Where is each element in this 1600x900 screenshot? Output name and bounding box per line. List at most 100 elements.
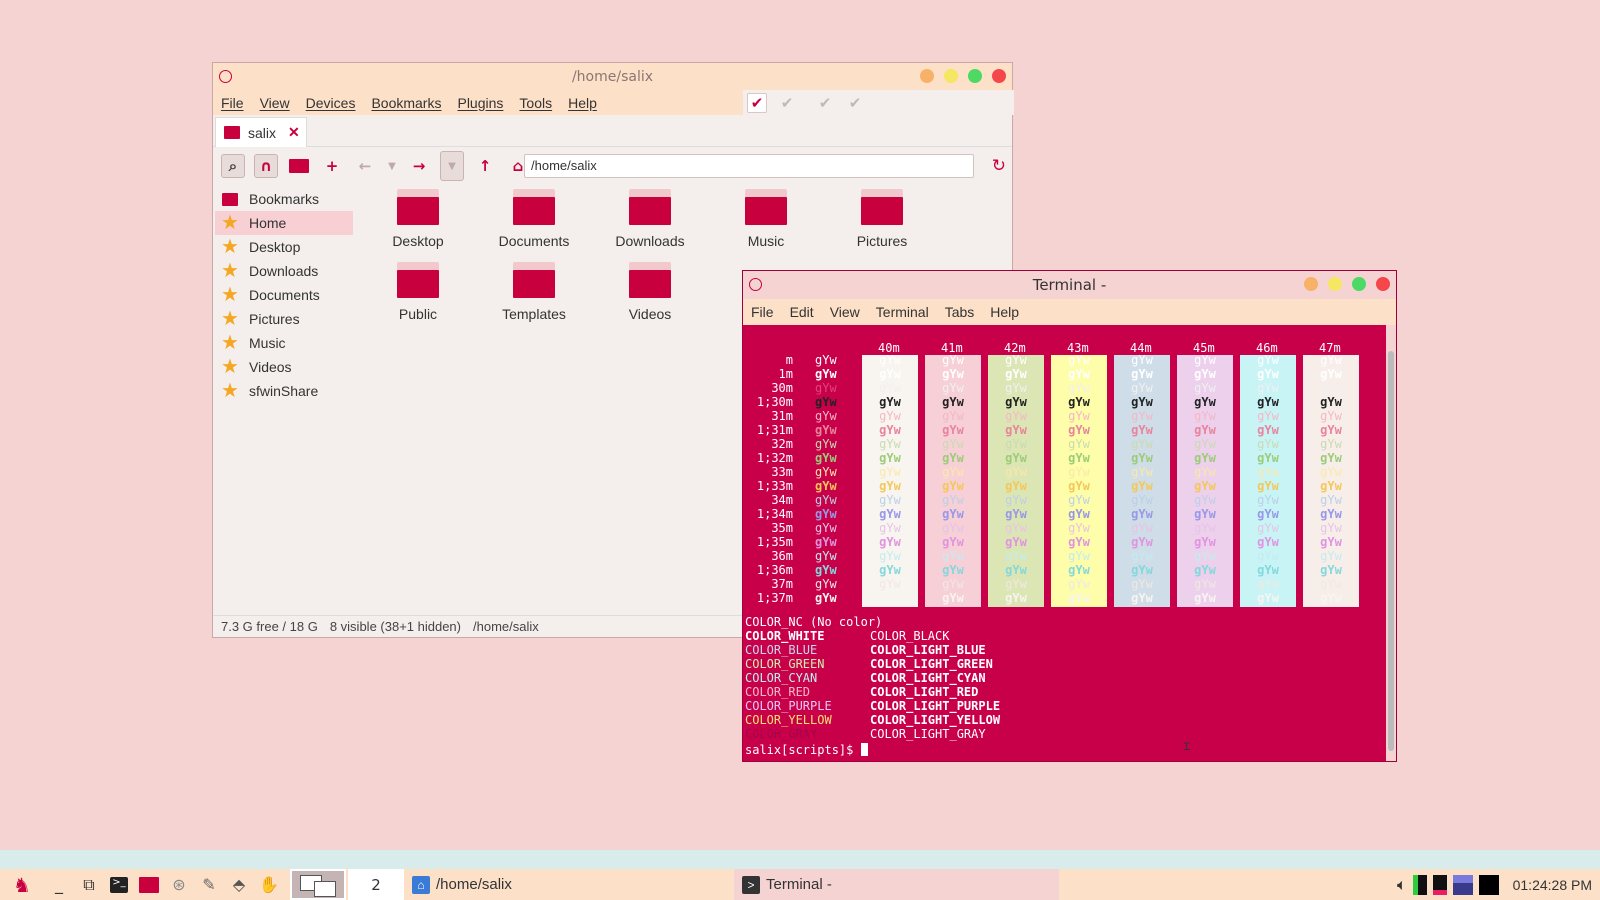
close-button[interactable] [1376, 277, 1390, 291]
maximize-button[interactable] [968, 69, 982, 83]
folder-item[interactable]: Videos [600, 260, 700, 322]
close-tab-icon[interactable]: ✕ [288, 124, 300, 141]
menu-devices[interactable]: Devices [306, 95, 356, 111]
check-icon[interactable]: ✔ [777, 93, 797, 113]
path-input[interactable]: /home/salix [524, 154, 974, 178]
menu-tools[interactable]: Tools [519, 95, 552, 111]
scrollbar-thumb[interactable] [1388, 351, 1394, 751]
new-folder-icon[interactable]: + [320, 154, 344, 178]
sidebar-item-desktop[interactable]: ★ Desktop [215, 235, 353, 259]
salix-menu-icon[interactable]: ♞ [0, 871, 44, 899]
shade-button[interactable] [944, 69, 958, 83]
browser-launcher-icon[interactable]: ⊛ [164, 871, 194, 899]
folder-item[interactable]: Music [716, 187, 816, 249]
scrollbar[interactable] [1386, 325, 1396, 761]
window-menu-icon[interactable] [749, 278, 762, 291]
desktop-pager[interactable] [290, 869, 346, 900]
task-home-salix[interactable]: ⌂ /home/salix [404, 869, 734, 900]
refresh-icon[interactable]: ↻ [992, 156, 1006, 176]
minimize-button[interactable] [1304, 277, 1318, 291]
maximize-button[interactable] [1352, 277, 1366, 291]
row-label: 1;37m [756, 591, 793, 605]
check-icon[interactable]: ✔ [815, 93, 835, 113]
sidebar-item-label: Desktop [249, 239, 301, 255]
menu-help[interactable]: Help [990, 304, 1019, 320]
clock[interactable]: 01:24:28 PM [1513, 877, 1592, 893]
menu-bookmarks[interactable]: Bookmarks [371, 95, 441, 111]
forward-icon[interactable]: → [407, 154, 431, 178]
tab-salix[interactable]: salix ✕ [215, 117, 307, 147]
color-cell: gYw [1131, 549, 1153, 563]
compact-view-icon[interactable]: ∩ [254, 154, 278, 178]
color-cell: gYw [1068, 353, 1090, 367]
back-icon[interactable]: ← [353, 154, 377, 178]
close-button[interactable] [992, 69, 1006, 83]
minimize-all-icon[interactable]: _ [44, 871, 74, 899]
sidebar-item-videos[interactable]: ★ Videos [215, 355, 353, 379]
search-icon[interactable]: ⌕ [221, 154, 245, 178]
menu-file[interactable]: File [221, 95, 244, 111]
color-cell: gYw [1320, 479, 1342, 493]
free-space: 7.3 G free / 18 G [221, 619, 318, 634]
prompt-line[interactable]: salix[scripts]$ [745, 743, 868, 757]
battery-monitor-icon[interactable] [1478, 874, 1499, 895]
sidebar-item-bookmarks[interactable]: Bookmarks [215, 187, 353, 211]
folder-item[interactable]: Templates [484, 260, 584, 322]
memory-monitor-icon[interactable] [1432, 874, 1447, 895]
color-cell: gYw [1194, 395, 1216, 409]
menu-view[interactable]: View [260, 95, 290, 111]
settings-launcher-icon[interactable]: ✋ [254, 871, 284, 899]
light-color-name: COLOR_LIGHT_CYAN [870, 671, 986, 685]
sidebar-item-pictures[interactable]: ★ Pictures [215, 307, 353, 331]
folder-item[interactable]: Public [368, 260, 468, 322]
color-cell: gYw [1068, 437, 1090, 451]
color-cell: gYw [1131, 367, 1153, 381]
color-cell: gYw [1257, 507, 1279, 521]
desktop-number[interactable]: 2 [348, 869, 404, 900]
sidebar-item-home[interactable]: ★ Home [215, 211, 353, 235]
folder-item[interactable]: Documents [484, 187, 584, 249]
color-cell: gYw [1320, 591, 1342, 605]
minimize-button[interactable] [920, 69, 934, 83]
task-terminal[interactable]: > Terminal - [734, 869, 1059, 900]
package-manager-icon[interactable]: ⬘ [224, 871, 254, 899]
sidebar-item-downloads[interactable]: ★ Downloads [215, 259, 353, 283]
check-icon[interactable]: ✔ [845, 93, 865, 113]
terminal-titlebar[interactable]: Terminal - [743, 271, 1396, 299]
sidebar-item-sfwinshare[interactable]: ★ sfwinShare [215, 379, 353, 403]
cpu-monitor-icon[interactable] [1412, 874, 1427, 895]
menu-plugins[interactable]: Plugins [457, 95, 503, 111]
prompt-text: salix[scripts]$ [745, 743, 861, 757]
fm-titlebar[interactable]: /home/salix [213, 63, 1012, 90]
fm-title: /home/salix [571, 68, 654, 85]
shade-button[interactable] [1328, 277, 1342, 291]
check-icon[interactable]: ✔ [747, 92, 767, 113]
up-icon[interactable]: ↑ [473, 154, 497, 178]
menu-view[interactable]: View [830, 304, 860, 320]
terminal-output[interactable]: COLOR_NC (No color) COLOR_WHITE COLOR_BLAC… [743, 325, 1396, 761]
gimp-launcher-icon[interactable]: ✎ [194, 871, 224, 899]
terminal-launcher-icon[interactable]: >_ [104, 871, 134, 899]
row-sample: gYw [815, 423, 837, 437]
color-cell: gYw [942, 367, 964, 381]
light-color-name: COLOR_LIGHT_YELLOW [870, 713, 1001, 727]
file-manager-launcher-icon[interactable] [134, 871, 164, 899]
menu-tabs[interactable]: Tabs [945, 304, 975, 320]
folder-item[interactable]: Downloads [600, 187, 700, 249]
menu-terminal[interactable]: Terminal [876, 304, 929, 320]
sidebar-item-music[interactable]: ★ Music [215, 331, 353, 355]
folder-item[interactable]: Desktop [368, 187, 468, 249]
window-list-icon[interactable]: ⧉ [74, 871, 104, 899]
new-tab-icon[interactable] [287, 154, 311, 178]
volume-icon[interactable]: 🔈︎ [1397, 875, 1407, 895]
network-monitor-icon[interactable] [1452, 874, 1473, 895]
menu-help[interactable]: Help [568, 95, 597, 111]
folder-item[interactable]: Pictures [832, 187, 932, 249]
back-history-icon[interactable]: ▼ [386, 154, 398, 178]
forward-history-icon[interactable]: ▼ [440, 151, 464, 181]
menu-edit[interactable]: Edit [790, 304, 814, 320]
menu-file[interactable]: File [751, 304, 774, 320]
window-menu-icon[interactable] [219, 70, 232, 83]
color-cell: gYw [1194, 535, 1216, 549]
sidebar-item-documents[interactable]: ★ Documents [215, 283, 353, 307]
